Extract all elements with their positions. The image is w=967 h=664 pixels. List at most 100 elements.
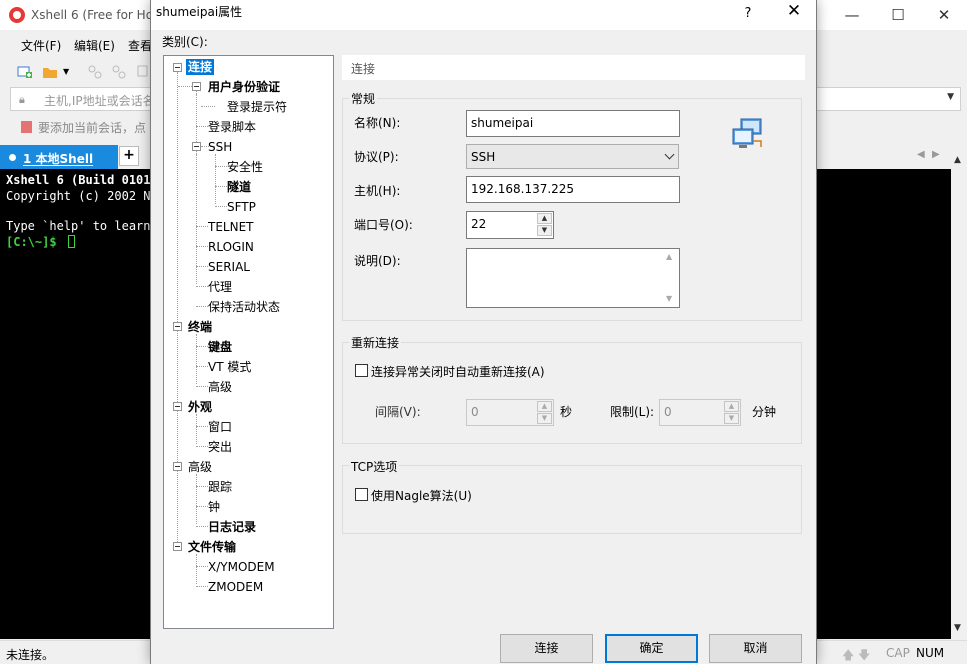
open-folder-icon[interactable] (42, 64, 58, 80)
protocol-label: 协议(P): (354, 150, 399, 164)
tree-item-sftp[interactable]: SFTP (225, 199, 258, 215)
reconnect-group (342, 342, 802, 444)
tree-item-security[interactable]: 安全性 (225, 159, 265, 175)
new-tab-button[interactable]: + (119, 146, 139, 166)
tree-item-file-transfer[interactable]: 文件传输 (186, 539, 238, 555)
bookmark-icon (21, 121, 32, 133)
dialog-title-bar: shumeipai属性 ? ✕ (151, 0, 816, 30)
nagle-checkbox[interactable] (355, 488, 368, 501)
host-label: 主机(H): (354, 184, 401, 198)
tree-item-serial[interactable]: SERIAL (206, 259, 252, 275)
scroll-down-icon[interactable]: ▼ (954, 623, 961, 633)
status-num: NUM (916, 646, 945, 660)
menu-edit[interactable]: 编辑(E) (74, 37, 115, 54)
close-icon[interactable]: ✕ (921, 0, 967, 30)
scroll-up-icon[interactable]: ▲ (954, 155, 961, 165)
tab-prev-icon[interactable]: ◀ (917, 149, 925, 160)
interval-stepper[interactable]: 0 ▲ ▼ (466, 399, 554, 426)
tree-item-telnet[interactable]: TELNET (206, 219, 256, 235)
tab-label: 1 本地Shell (23, 152, 94, 166)
tree-item-highlight[interactable]: 突出 (206, 439, 234, 455)
tree-item-connection[interactable]: 连接 (186, 59, 215, 75)
terminal-prompt: [C:\~]$ (6, 235, 75, 249)
cancel-button[interactable]: 取消 (709, 634, 802, 663)
tree-item-advanced[interactable]: 高级 (186, 459, 214, 475)
reconnect-group-label: 重新连接 (349, 334, 402, 351)
description-textarea[interactable]: ▲ ▼ (466, 248, 680, 308)
limit-value: 0 (664, 405, 672, 419)
tree-item-login-prompts[interactable]: 登录提示符 (225, 99, 289, 115)
auto-reconnect-checkbox[interactable] (355, 364, 368, 377)
chevron-down-icon[interactable]: ▼ (63, 67, 69, 76)
description-label: 说明(D): (354, 254, 401, 268)
nagle-label: 使用Nagle算法(U) (371, 489, 472, 503)
collapse-icon[interactable] (192, 142, 201, 151)
tree-item-trace[interactable]: 跟踪 (206, 479, 234, 495)
ok-button[interactable]: 确定 (605, 634, 698, 663)
host-input[interactable]: 192.168.137.225 (466, 176, 680, 203)
tree-item-bell[interactable]: 钟 (206, 499, 222, 515)
collapse-icon[interactable] (192, 82, 201, 91)
terminal-cursor (67, 235, 75, 248)
interval-label: 间隔(V): (375, 405, 421, 419)
spin-down-icon[interactable]: ▼ (537, 413, 552, 424)
scroll-up-icon[interactable]: ▲ (666, 252, 672, 261)
tree-item-auth[interactable]: 用户身份验证 (206, 79, 282, 95)
help-button[interactable]: ? (737, 3, 759, 25)
spin-down-icon[interactable]: ▼ (537, 225, 552, 236)
collapse-icon[interactable] (173, 542, 182, 551)
connect-icon[interactable] (87, 64, 103, 80)
disconnect-icon[interactable] (111, 64, 127, 80)
spin-up-icon[interactable]: ▲ (537, 401, 552, 412)
spin-down-icon[interactable]: ▼ (724, 413, 739, 424)
tree-item-vt-mode[interactable]: VT 模式 (206, 359, 253, 375)
prompt-text: [C:\~]$ (6, 235, 64, 249)
spin-up-icon[interactable]: ▲ (537, 213, 552, 224)
tree-item-zmodem[interactable]: ZMODEM (206, 579, 265, 595)
tree-item-logging[interactable]: 日志记录 (206, 519, 258, 535)
tree-item-terminal-advanced[interactable]: 高级 (206, 379, 234, 395)
connect-button[interactable]: 连接 (500, 634, 593, 663)
lock-icon: 🔒︎ (19, 93, 25, 106)
name-input[interactable]: shumeipai (466, 110, 680, 137)
address-placeholder: 主机,IP地址或会话名 (44, 94, 155, 108)
menu-file[interactable]: 文件(F) (21, 37, 61, 54)
tree-item-proxy[interactable]: 代理 (206, 279, 234, 295)
port-stepper[interactable]: 22 ▲ ▼ (466, 211, 554, 239)
collapse-icon[interactable] (173, 402, 182, 411)
new-session-icon[interactable] (17, 64, 33, 80)
collapse-icon[interactable] (173, 63, 182, 72)
chevron-down-icon[interactable]: ▼ (947, 92, 954, 102)
scroll-down-icon[interactable]: ▼ (666, 294, 672, 303)
tab-local-shell[interactable]: 1 本地Shell (0, 145, 118, 169)
session-properties-dialog: shumeipai属性 ? ✕ 类别(C): 连接 用户身份验证 登录提示符 登… (150, 0, 817, 664)
tree-item-login-scripts[interactable]: 登录脚本 (206, 119, 258, 135)
collapse-icon[interactable] (173, 462, 182, 471)
dialog-close-button[interactable]: ✕ (777, 0, 811, 24)
tree-item-keyboard[interactable]: 键盘 (206, 339, 234, 355)
textarea-scrollbar[interactable]: ▲ ▼ (663, 250, 678, 306)
tab-next-icon[interactable]: ▶ (932, 149, 940, 160)
tree-item-window[interactable]: 窗口 (206, 419, 234, 435)
pane-title: 连接 (351, 62, 376, 76)
menu-view[interactable]: 查看 (128, 37, 152, 54)
terminal-line: Xshell 6 (Build 0101) (6, 173, 158, 187)
tree-item-tunneling[interactable]: 隧道 (225, 179, 253, 195)
collapse-icon[interactable] (173, 322, 182, 331)
minimize-icon[interactable]: — (829, 0, 875, 30)
limit-stepper[interactable]: 0 ▲ ▼ (659, 399, 741, 426)
interval-value: 0 (471, 405, 479, 419)
maximize-icon[interactable]: ☐ (875, 0, 921, 30)
tree-item-rlogin[interactable]: RLOGIN (206, 239, 256, 255)
general-group-label: 常规 (349, 90, 378, 107)
protocol-select[interactable]: SSH (466, 144, 679, 169)
tree-item-ssh[interactable]: SSH (206, 139, 234, 155)
tree-item-terminal[interactable]: 终端 (186, 319, 214, 335)
status-connection: 未连接。 (6, 648, 55, 662)
tree-item-xymodem[interactable]: X/YMODEM (206, 559, 277, 575)
spin-up-icon[interactable]: ▲ (724, 401, 739, 412)
terminal-scrollbar[interactable]: ▲ ▼ (951, 145, 967, 639)
tree-item-appearance[interactable]: 外观 (186, 399, 214, 415)
arrow-up-icon: 🡅 (842, 648, 855, 662)
tree-item-keep-alive[interactable]: 保持活动状态 (206, 299, 282, 315)
